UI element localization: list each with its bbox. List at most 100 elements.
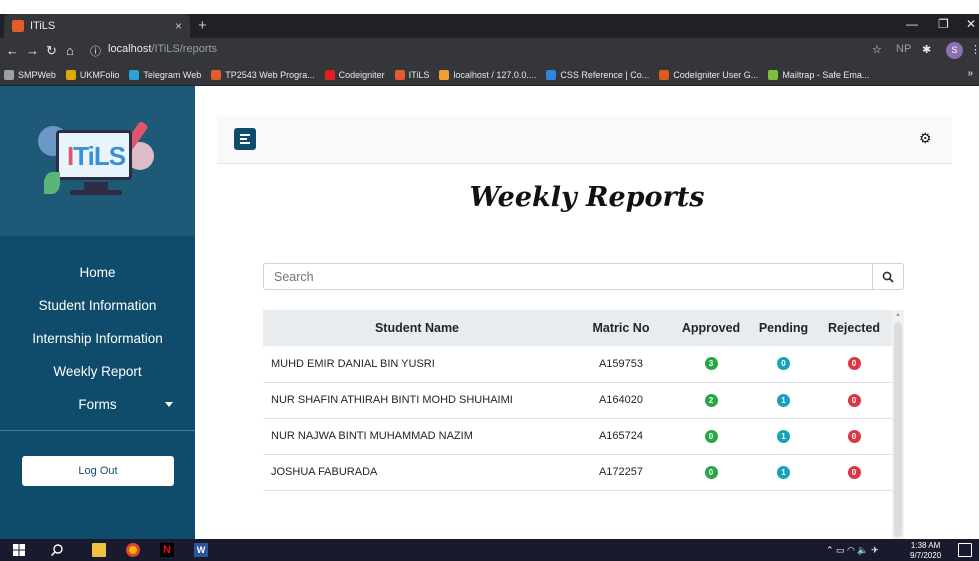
rejected-count-badge[interactable]: 0 <box>847 429 861 443</box>
search-taskbar-icon[interactable] <box>50 543 64 557</box>
student-name-cell: JOSHUA FABURADA <box>263 454 571 491</box>
approved-count-badge[interactable]: 0 <box>704 429 718 443</box>
table-row[interactable]: JOSHUA FABURADA A172257 0 1 0 <box>263 454 892 491</box>
logout-button[interactable]: Log Out <box>22 456 174 486</box>
system-tray-icons[interactable]: ⌃ ▭ ◠ 🔈 ✈ <box>826 545 879 556</box>
bookmark-icon <box>439 69 450 80</box>
header-pending[interactable]: Pending <box>751 310 816 346</box>
bookmark-icon <box>324 69 335 80</box>
restore-icon[interactable]: ❐ <box>938 17 949 31</box>
forward-icon[interactable]: → <box>26 43 39 58</box>
bookmark-item[interactable]: TP2543 Web Progra... <box>211 69 315 80</box>
close-window-icon[interactable]: ✕ <box>966 17 976 31</box>
bookmark-item[interactable]: Codeigniter <box>324 69 385 80</box>
rejected-cell: 0 <box>816 454 892 491</box>
reload-icon[interactable]: ↻ <box>46 43 57 59</box>
header-student-name[interactable]: Student Name <box>263 310 571 346</box>
bookmark-item[interactable]: Telegram Web <box>129 69 202 80</box>
info-icon[interactable]: ⓘ <box>90 43 101 59</box>
reports-table-container: Student Name Matric No Approved Pending … <box>263 310 892 539</box>
approved-count-badge[interactable]: 0 <box>704 465 718 479</box>
bookmark-icon <box>659 69 670 80</box>
table-row[interactable]: MUHD EMIR DANIAL BIN YUSRI A159753 3 0 0 <box>263 346 892 383</box>
bookmark-item[interactable]: UKMFolio <box>65 69 119 80</box>
sidebar-item-home[interactable]: Home <box>0 256 195 289</box>
pending-count-badge[interactable]: 1 <box>777 429 790 443</box>
sidebar-item-internship-information[interactable]: Internship Information <box>0 322 195 355</box>
chrome-icon[interactable] <box>126 543 140 557</box>
menu-kebab-icon[interactable]: ⋮ <box>970 43 979 56</box>
back-icon[interactable]: ← <box>6 43 19 58</box>
windows-start-icon[interactable] <box>12 543 26 557</box>
sidebar-item-student-information[interactable]: Student Information <box>0 289 195 322</box>
tab-title: ITiLS <box>30 20 56 32</box>
sidebar-item-forms[interactable]: Forms <box>0 388 195 421</box>
scroll-up-icon[interactable]: ▲ <box>895 312 901 318</box>
url-host: localhost <box>108 43 152 55</box>
bookmark-item[interactable]: localhost / 127.0.0.... <box>439 69 537 80</box>
home-icon[interactable]: ⌂ <box>66 43 74 58</box>
bookmark-item[interactable]: CSS Reference | Co... <box>546 69 649 80</box>
profile-avatar[interactable]: S <box>946 42 963 59</box>
browser-tab[interactable]: ITiLS × <box>4 14 190 38</box>
star-icon[interactable]: ☆ <box>872 43 882 56</box>
leaf-icon <box>44 172 60 194</box>
approved-cell: 0 <box>671 418 751 455</box>
rejected-count-badge[interactable]: 0 <box>847 357 861 371</box>
profile-initials[interactable]: NP <box>896 43 911 55</box>
rejected-count-badge[interactable]: 0 <box>847 393 861 407</box>
matric-no-cell: A159753 <box>571 346 671 383</box>
notifications-icon[interactable] <box>958 543 972 557</box>
favicon-icon <box>12 20 24 32</box>
table-row[interactable]: NUR SHAFIN ATHIRAH BINTI MOHD SHUHAIMI A1… <box>263 382 892 419</box>
header-rejected[interactable]: Rejected <box>816 310 892 346</box>
pending-count-badge[interactable]: 1 <box>777 393 790 407</box>
tab-close-icon[interactable]: × <box>175 19 182 33</box>
word-icon[interactable]: W <box>194 543 208 557</box>
sidebar-menu: Home Student Information Internship Info… <box>0 256 195 421</box>
search-button[interactable] <box>872 264 903 289</box>
scrollbar-thumb[interactable] <box>894 322 902 537</box>
table-scrollbar[interactable]: ▲ <box>892 310 904 539</box>
file-explorer-icon[interactable] <box>92 543 106 557</box>
rejected-count-badge[interactable]: 0 <box>847 465 861 479</box>
clock[interactable]: 1:38 AM 9/7/2020 <box>910 542 941 560</box>
bookmark-item[interactable]: SMPWeb <box>4 69 56 80</box>
extensions-icon[interactable]: ✱ <box>922 43 931 56</box>
bookmark-item[interactable]: ITiLS <box>394 69 429 80</box>
table-row[interactable]: NUR NAJWA BINTI MUHAMMAD NAZIM A165724 0 1 0 <box>263 418 892 455</box>
minimize-icon[interactable]: — <box>906 17 918 31</box>
header-approved[interactable]: Approved <box>671 310 751 346</box>
url-field[interactable]: localhost/ITiLS/reports <box>108 43 217 55</box>
matric-no-cell: A165724 <box>571 418 671 455</box>
bookmark-label: CodeIgniter User G... <box>673 69 759 80</box>
bookmarks-more-icon[interactable]: » <box>967 68 973 79</box>
url-path: /ITiLS/reports <box>151 43 218 55</box>
screen: ITiLS × + — ❐ ✕ ← → ↻ ⌂ ⓘ localhost/ITiL… <box>0 0 979 561</box>
search-icon <box>882 271 894 283</box>
approved-count-badge[interactable]: 3 <box>704 357 718 371</box>
netflix-icon[interactable]: N <box>160 543 174 557</box>
bookmark-label: SMPWeb <box>18 69 56 80</box>
bookmark-item[interactable]: CodeIgniter User G... <box>659 69 759 80</box>
reports-table: Student Name Matric No Approved Pending … <box>263 310 892 491</box>
pending-count-badge[interactable]: 1 <box>777 465 790 479</box>
gear-icon[interactable]: ⚙ <box>919 130 932 147</box>
sidebar-item-weekly-report[interactable]: Weekly Report <box>0 355 195 388</box>
bookmark-label: localhost / 127.0.0.... <box>453 69 537 80</box>
browser-tab-bar: ITiLS × + — ❐ ✕ <box>0 14 979 38</box>
bookmark-icon <box>4 69 14 80</box>
sidebar-toggle-button[interactable] <box>234 128 256 150</box>
bookmark-label: Mailtrap - Safe Ema... <box>782 69 870 80</box>
new-tab-icon[interactable]: + <box>198 17 207 34</box>
approved-count-badge[interactable]: 2 <box>704 393 718 407</box>
bookmark-label: Telegram Web <box>143 69 202 80</box>
bookmark-item[interactable]: Mailtrap - Safe Ema... <box>768 69 870 80</box>
search-input[interactable] <box>264 264 872 289</box>
bookmark-label: TP2543 Web Progra... <box>225 69 315 80</box>
student-name-cell: MUHD EMIR DANIAL BIN YUSRI <box>263 346 571 383</box>
logo-text: ITiLS <box>67 141 126 171</box>
student-name-cell: NUR SHAFIN ATHIRAH BINTI MOHD SHUHAIMI <box>263 382 571 419</box>
pending-count-badge[interactable]: 0 <box>777 357 790 371</box>
header-matric-no[interactable]: Matric No <box>571 310 671 346</box>
